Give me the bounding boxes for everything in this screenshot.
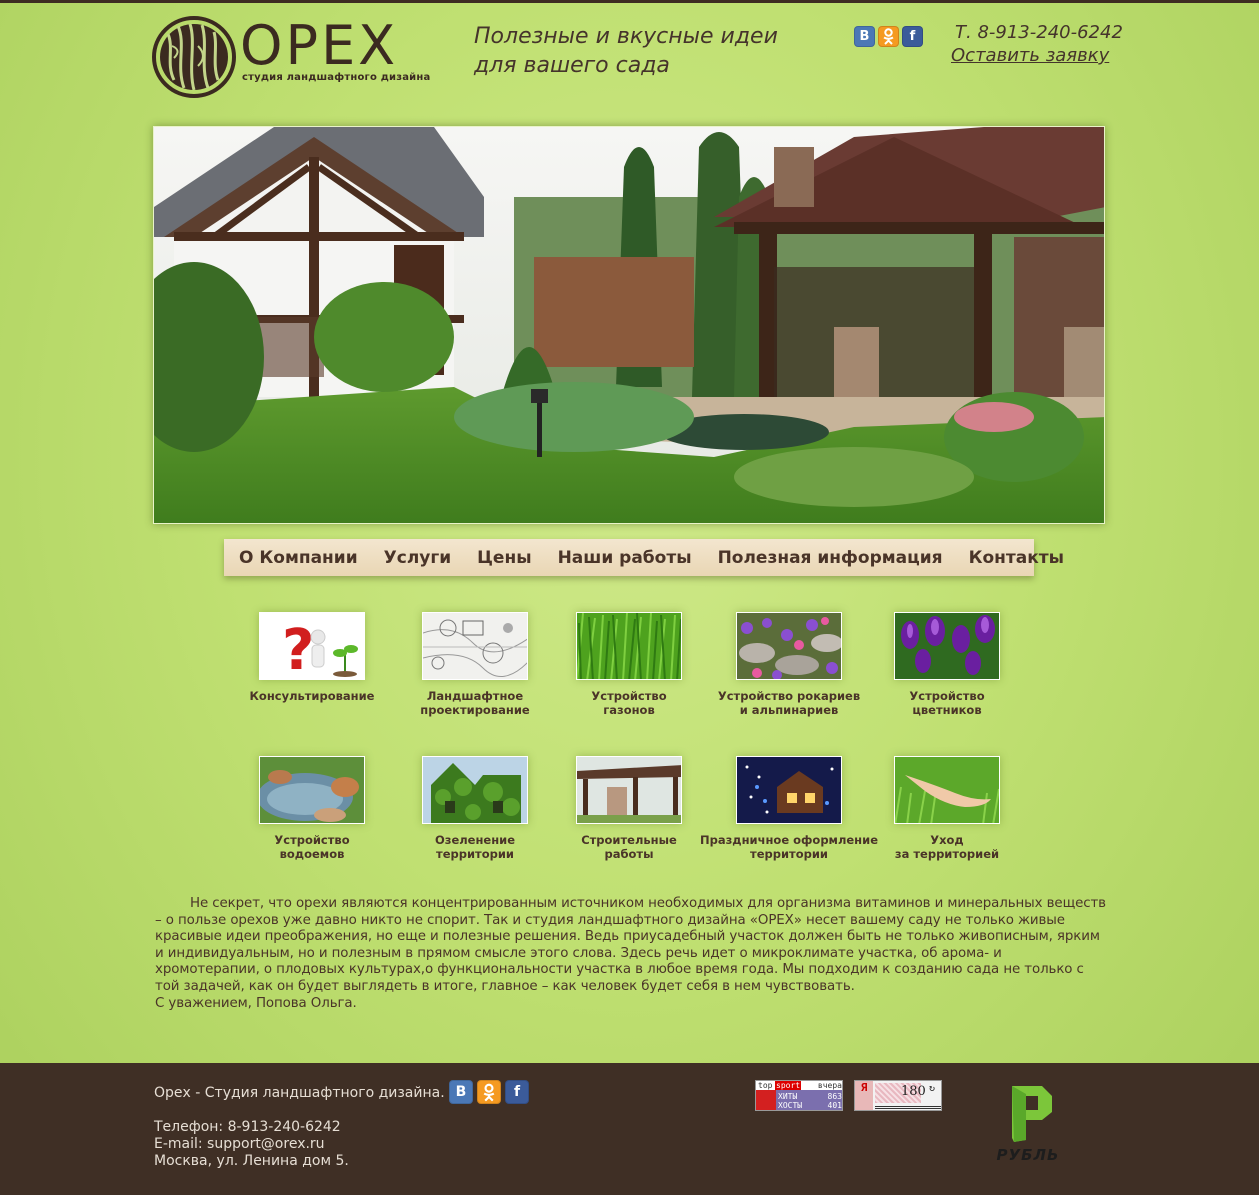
- hero-image: [153, 126, 1105, 524]
- counter-top-left: top: [758, 1081, 773, 1090]
- logo-wordmark: ОРЕХ: [240, 14, 399, 77]
- header-phone: Т. 8-913-240-6242: [955, 22, 1123, 43]
- service-caption[interactable]: Консультирование: [222, 689, 402, 703]
- garden-house-photo: [154, 127, 1104, 523]
- footer-social-links: В f: [449, 1080, 529, 1104]
- counter-row2-label: ХОСТЫ: [778, 1101, 803, 1110]
- care-thumbnail[interactable]: [894, 756, 1000, 824]
- rubl-logo-icon: [1012, 1086, 1052, 1142]
- topsport-counter[interactable]: top sport вчера ХИТЫ 863 ХОСТЫ 401: [755, 1080, 843, 1111]
- counter-top-mid: sport: [775, 1081, 802, 1090]
- festive-decor-thumbnail[interactable]: [736, 756, 842, 824]
- nav-item-about[interactable]: О Компании: [239, 548, 358, 568]
- service-caption[interactable]: Устройство цветников: [857, 689, 1037, 717]
- header-slogan: Полезные и вкусные идеи для вашего сада: [474, 22, 834, 80]
- service-construction[interactable]: Строительные работы: [539, 756, 719, 861]
- counter-row2-value: 401: [827, 1101, 842, 1110]
- lawn-thumbnail[interactable]: [576, 612, 682, 680]
- odnoklassniki-icon[interactable]: [477, 1080, 501, 1104]
- service-caption[interactable]: Ландшафтное проектирование: [385, 689, 565, 717]
- refresh-icon: ↻: [929, 1083, 936, 1094]
- nav-item-works[interactable]: Наши работы: [558, 548, 692, 568]
- svg-text:?: ?: [282, 618, 314, 680]
- nav-item-useful-info[interactable]: Полезная информация: [718, 548, 943, 568]
- slogan-line-1: Полезные и вкусные идеи: [474, 24, 778, 49]
- top-border: [0, 0, 1259, 3]
- counter-yandex-letter: Я: [855, 1081, 873, 1110]
- slogan-line-2: для вашего сада: [474, 53, 670, 78]
- nav-item-contacts[interactable]: Контакты: [969, 548, 1064, 568]
- pond-thumbnail[interactable]: [259, 756, 365, 824]
- intro-paragraph: Не секрет, что орехи являются концентрир…: [155, 896, 1106, 994]
- service-greening[interactable]: Озеленение территории: [385, 756, 565, 861]
- service-caption[interactable]: Озеленение территории: [385, 833, 565, 861]
- counter-flame-icon: [756, 1090, 776, 1110]
- service-caption[interactable]: Праздничное оформление территории: [699, 833, 879, 861]
- landscape-plan-thumbnail[interactable]: [422, 612, 528, 680]
- logo[interactable]: ОРЕХ студия ландшафтного дизайна: [152, 14, 430, 100]
- nav-item-prices[interactable]: Цены: [477, 548, 531, 568]
- service-caption[interactable]: Устройство газонов: [539, 689, 719, 717]
- vk-icon[interactable]: В: [449, 1080, 473, 1104]
- service-consulting[interactable]: ? Консультирование: [222, 612, 402, 703]
- vk-icon[interactable]: В: [854, 26, 875, 47]
- service-caption[interactable]: Устройство рокариев и альпинариев: [699, 689, 879, 717]
- odnoklassniki-icon[interactable]: [878, 26, 899, 47]
- rubl-label: РУБЛЬ: [996, 1146, 1060, 1164]
- rockery-thumbnail[interactable]: [736, 612, 842, 680]
- consulting-thumbnail[interactable]: ?: [259, 612, 365, 680]
- service-care[interactable]: Уход за территорией: [857, 756, 1037, 861]
- service-landscape-design[interactable]: Ландшафтное проектирование: [385, 612, 565, 717]
- rubl-logo[interactable]: РУБЛЬ: [990, 1082, 1066, 1164]
- main-nav: О Компании Услуги Цены Наши работы Полез…: [224, 539, 1064, 576]
- footer-email[interactable]: E-mail: support@orex.ru: [154, 1136, 325, 1152]
- service-lawns[interactable]: Устройство газонов: [539, 612, 719, 717]
- intro-text: Не секрет, что орехи являются концентрир…: [155, 896, 1110, 1012]
- footer-phone: Телефон: 8-913-240-6242: [154, 1119, 341, 1135]
- header-social-links: В f: [854, 26, 923, 47]
- walnut-logo-icon: [152, 16, 236, 98]
- service-festive-decor[interactable]: Праздничное оформление территории: [699, 756, 879, 861]
- service-ponds[interactable]: Устройство водоемов: [222, 756, 402, 861]
- nav-item-services[interactable]: Услуги: [384, 548, 452, 568]
- service-rockery[interactable]: Устройство рокариев и альпинариев: [699, 612, 879, 717]
- facebook-icon[interactable]: f: [505, 1080, 529, 1104]
- counter-top-right: вчера: [817, 1081, 842, 1090]
- flowerbed-thumbnail[interactable]: [894, 612, 1000, 680]
- greening-thumbnail[interactable]: [422, 756, 528, 824]
- construction-thumbnail[interactable]: [576, 756, 682, 824]
- service-caption[interactable]: Устройство водоемов: [222, 833, 402, 861]
- footer-company: Орех - Студия ландшафтного дизайна.: [154, 1085, 445, 1101]
- counter-yandex-value: 180: [901, 1084, 926, 1099]
- counter-row1-value: 863: [827, 1092, 842, 1101]
- service-caption[interactable]: Уход за территорией: [857, 833, 1037, 861]
- request-link[interactable]: Оставить заявку: [951, 45, 1109, 66]
- counter-row1-label: ХИТЫ: [778, 1092, 798, 1101]
- service-caption[interactable]: Строительные работы: [539, 833, 719, 861]
- yandex-counter[interactable]: Я 180 ↻: [854, 1080, 942, 1111]
- intro-signature: С уважением, Попова Ольга.: [155, 995, 357, 1011]
- logo-subtitle: студия ландшафтного дизайна: [242, 72, 431, 83]
- footer-address: Москва, ул. Ленина дом 5.: [154, 1153, 349, 1169]
- service-flowerbeds[interactable]: Устройство цветников: [857, 612, 1037, 717]
- facebook-icon[interactable]: f: [902, 26, 923, 47]
